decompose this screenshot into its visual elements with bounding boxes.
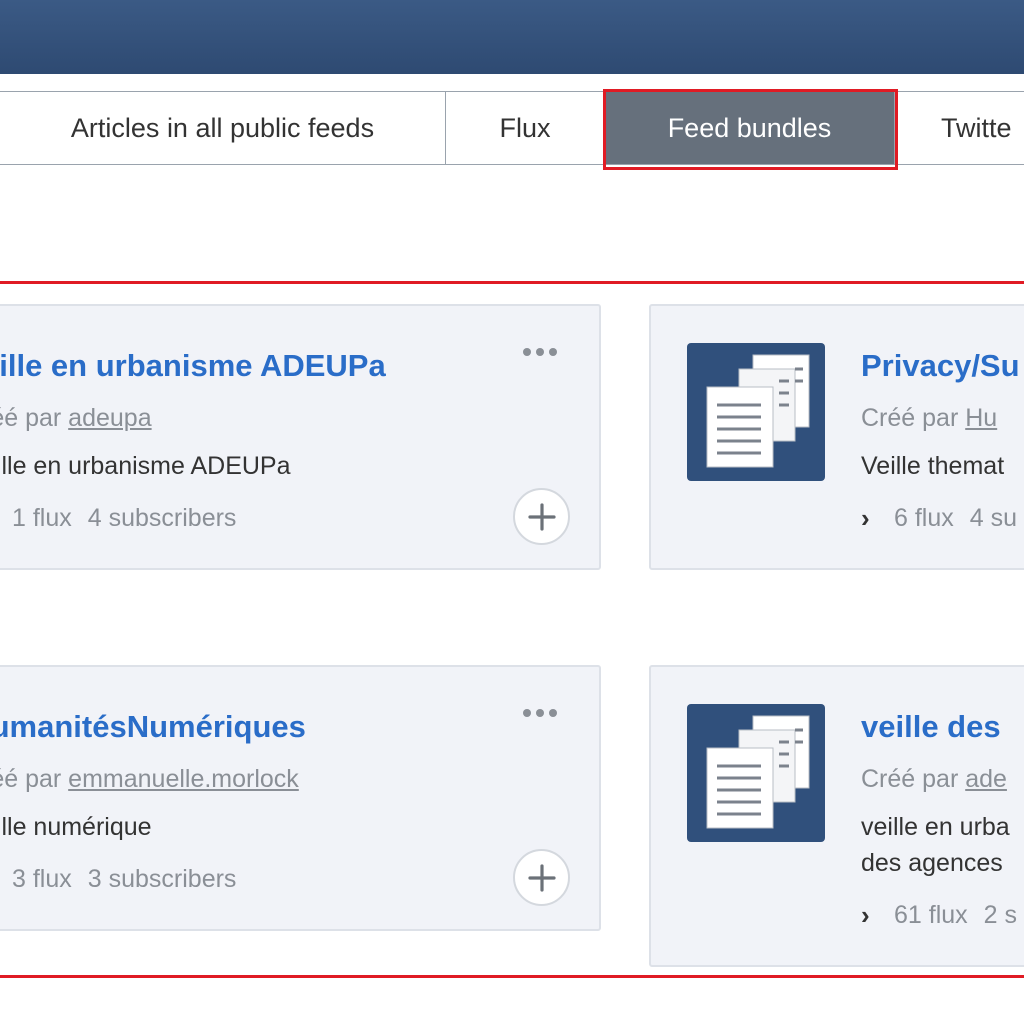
plus-icon [527,502,556,531]
bundle-stats: 6 flux 4 su [894,504,1017,533]
feed-count: 61 flux [894,901,968,929]
tab-twitter[interactable]: Twitte [895,92,1024,164]
author-link[interactable]: ade [965,765,1007,793]
bundle-description-line: des agences [861,849,1003,877]
bundle-card: lumanitésNumériques réé par emmanuelle.m… [0,665,601,931]
subscriber-count: 4 subscribers [87,504,237,532]
bundle-title[interactable]: Privacy/Su [861,348,1020,384]
tab-flux[interactable]: Flux [446,92,605,164]
feed-count: 3 flux [12,865,72,893]
bundle-description-line: veille en urba [861,813,1010,841]
created-by: réé par adeupa [0,404,152,433]
subscriber-count: 4 su [969,504,1018,532]
bundle-title[interactable]: eille en urbanisme ADEUPa [0,348,386,384]
bundle-card: Privacy/Su Créé par Hu Veille themat › 6… [649,304,1024,570]
tab-feed-bundles[interactable]: Feed bundles [605,92,895,164]
bundle-description: eille numérique [0,813,152,841]
bundle-description: Veille themat [861,452,1005,480]
more-options-icon[interactable] [523,705,563,721]
subscriber-count: 2 s [983,901,1018,929]
created-by: Créé par Hu [861,404,997,433]
top-navigation-bar [0,0,1024,74]
author-link[interactable]: emmanuelle.morlock [68,765,299,793]
chevron-right-icon[interactable]: › [861,900,870,931]
plus-icon [527,863,556,892]
bundle-description: eille en urbanisme ADEUPa [0,452,291,480]
tab-articles-public-feeds[interactable]: Articles in all public feeds [0,92,446,164]
author-link[interactable]: adeupa [68,404,151,432]
created-by-label: réé par [0,765,62,793]
subscriber-count: 3 subscribers [87,865,237,893]
bundle-stats: 1 flux 4 subscribers [12,504,236,533]
created-by-label: Créé par [861,765,959,793]
bundle-title[interactable]: veille des [861,709,1001,745]
author-link[interactable]: Hu [965,404,997,432]
bundle-description: veille en urba des agences [861,809,1010,881]
bundle-title[interactable]: lumanitésNumériques [0,709,306,745]
tab-bar: Articles in all public feeds Flux Feed b… [0,91,1024,165]
created-by-label: Créé par [861,404,959,432]
bundle-card: eille en urbanisme ADEUPa réé par adeupa… [0,304,601,570]
feed-count: 6 flux [894,504,954,532]
add-bundle-button[interactable] [513,488,570,545]
add-bundle-button[interactable] [513,849,570,906]
more-options-icon[interactable] [523,344,563,360]
created-by: réé par emmanuelle.morlock [0,765,299,794]
documents-icon [687,704,825,842]
bundle-card: veille des Créé par ade veille en urba d… [649,665,1024,967]
chevron-right-icon[interactable]: › [861,503,870,534]
documents-icon [687,343,825,481]
bundle-stats: 61 flux 2 s [894,901,1017,930]
created-by: Créé par ade [861,765,1007,794]
bundle-stats: 3 flux 3 subscribers [12,865,236,894]
created-by-label: réé par [0,404,62,432]
feed-count: 1 flux [12,504,72,532]
